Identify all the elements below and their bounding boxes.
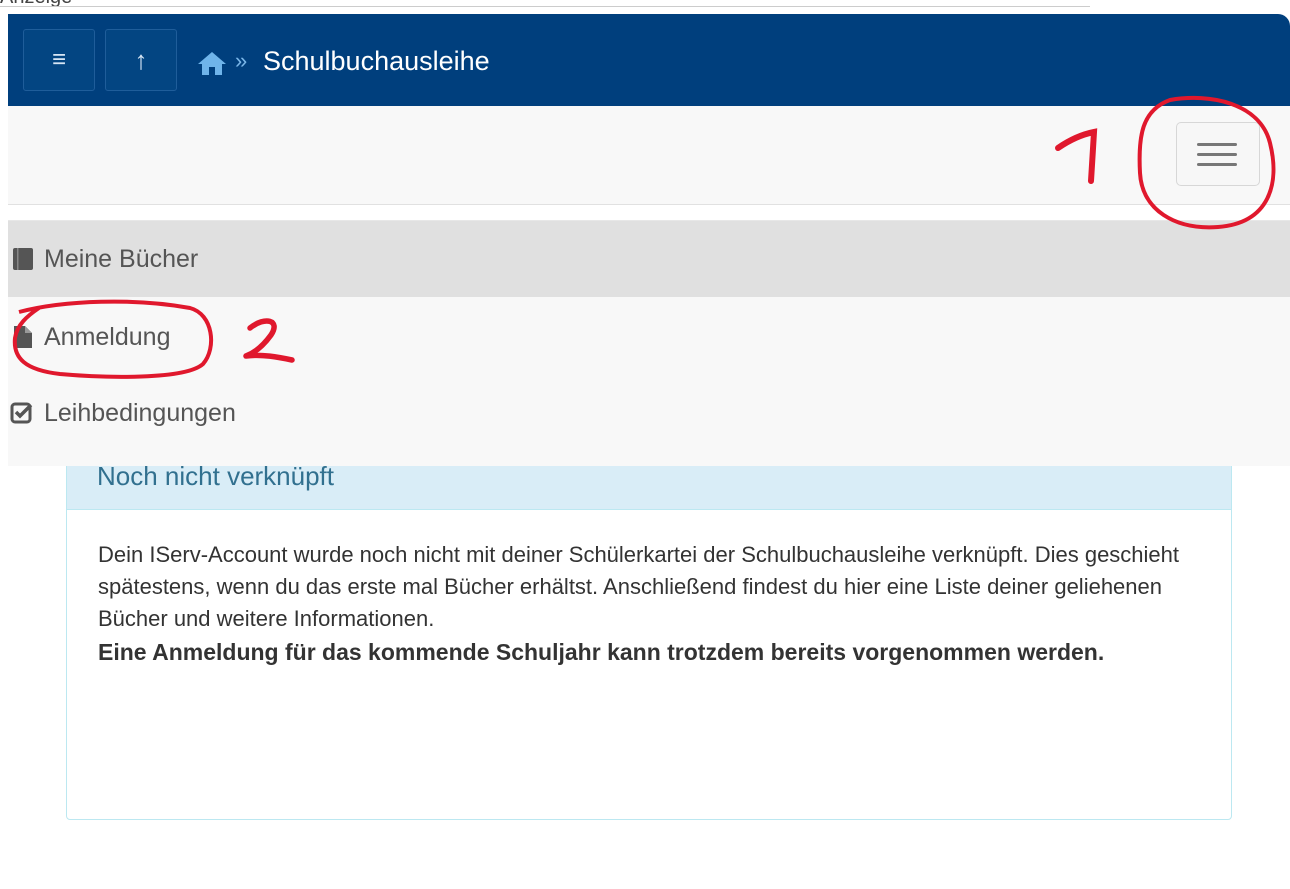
menu-item-meine-buecher[interactable]: Meine Bücher (8, 221, 1290, 297)
clipped-divider (0, 6, 1090, 7)
menu-item-label: Meine Bücher (44, 244, 199, 273)
file-icon (14, 326, 32, 348)
menu-button[interactable]: ≡ (23, 29, 95, 91)
panel-body: Dein IServ-Account wurde noch nicht mit … (98, 539, 1198, 670)
home-icon[interactable] (196, 50, 228, 76)
check-square-icon (10, 402, 33, 424)
menu-item-label: Anmeldung (44, 322, 171, 351)
page-title[interactable]: Schulbuchausleihe (263, 46, 490, 77)
info-panel: Noch nicht verknüpft Dein IServ-Account … (66, 440, 1232, 820)
arrow-up-icon: ↑ (134, 44, 148, 75)
top-clipped-area: Anzeige (0, 0, 1290, 14)
panel-text: Dein IServ-Account wurde noch nicht mit … (98, 542, 1180, 631)
navbar (8, 106, 1290, 205)
panel-bold-text: Eine Anmeldung für das kommende Schuljah… (98, 639, 1105, 665)
menu-item-anmeldung[interactable]: Anmeldung (8, 299, 1290, 375)
app-header: ≡ ↑ » Schulbuchausleihe (8, 14, 1290, 106)
dropdown-menu: Meine Bücher Anmeldung Leihbedingungen (8, 220, 1290, 466)
navbar-toggle-button[interactable] (1176, 122, 1260, 186)
clipped-text: Anzeige (0, 0, 72, 9)
menu-icon: ≡ (51, 46, 66, 73)
up-button[interactable]: ↑ (105, 29, 177, 91)
book-icon (13, 248, 33, 270)
breadcrumb-separator: » (235, 48, 248, 73)
menu-item-label: Leihbedingungen (44, 398, 236, 427)
menu-item-leihbedingungen[interactable]: Leihbedingungen (8, 375, 1290, 451)
